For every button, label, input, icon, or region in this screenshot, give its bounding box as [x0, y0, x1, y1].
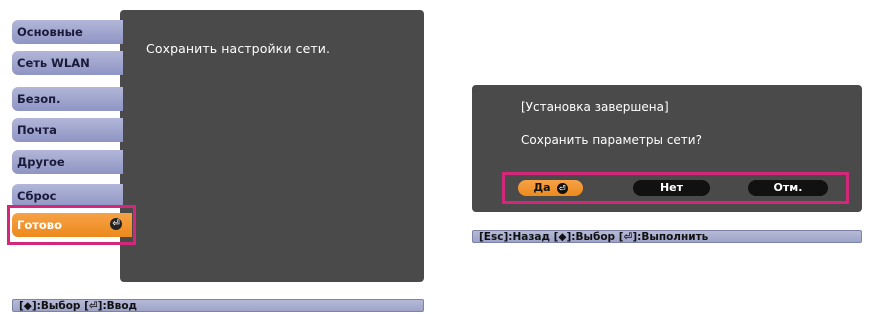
- buttons-highlight: [502, 172, 849, 204]
- menu-item-basic[interactable]: Основные: [12, 20, 123, 44]
- dialog-title: [Установка завершена]: [521, 100, 669, 114]
- menu-item-other[interactable]: Другое: [12, 150, 123, 174]
- menu-item-mail[interactable]: Почта: [12, 118, 123, 142]
- key-hint-bar-right: [Esc]:Назад [◆]:Выбор [⏎]:Выполнить: [472, 230, 862, 243]
- selection-highlight: [7, 205, 136, 245]
- menu-item-wlan[interactable]: Сеть WLAN: [12, 51, 123, 75]
- menu-item-label: Другое: [17, 155, 65, 169]
- key-hint-bar: [◆]:Выбор [⏎]:Ввод: [12, 299, 424, 312]
- menu-item-label: Основные: [17, 25, 83, 39]
- menu-item-label: Сеть WLAN: [17, 56, 90, 70]
- panel-message: Сохранить настройки сети.: [146, 41, 331, 56]
- menu-item-label: Почта: [17, 123, 57, 137]
- menu-item-security[interactable]: Безоп.: [12, 87, 123, 111]
- dialog-question: Сохранить параметры сети?: [521, 133, 702, 147]
- menu-item-label: Сброс: [17, 189, 57, 203]
- menu-item-label: Безоп.: [17, 92, 61, 106]
